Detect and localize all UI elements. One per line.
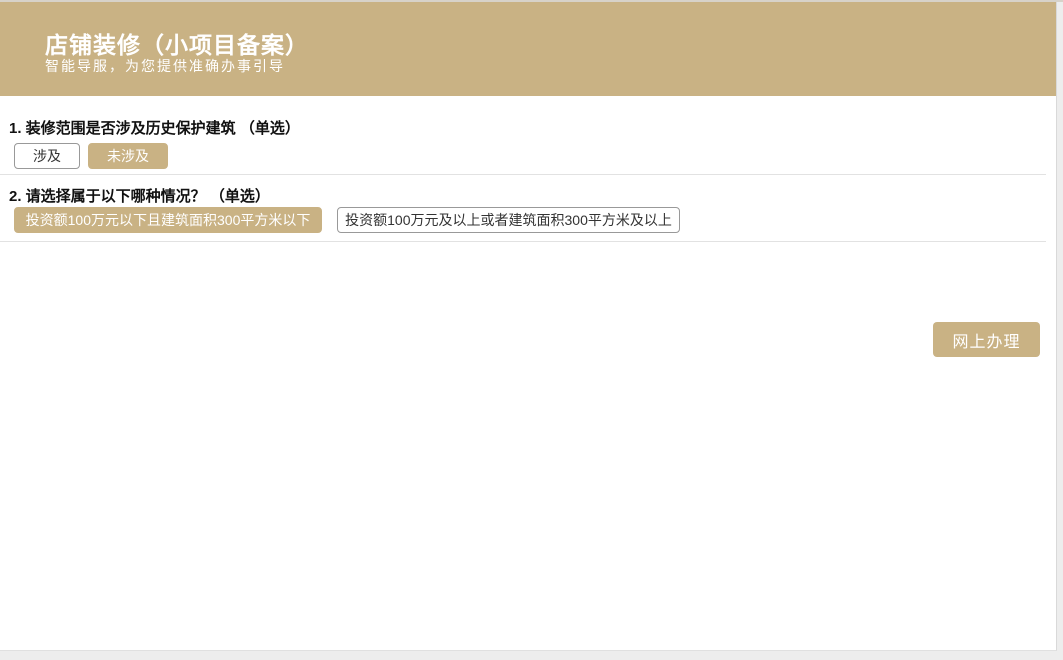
q1-option-involved[interactable]: 涉及 <box>14 143 80 169</box>
question-2-label: 2. 请选择属于以下哪种情况？ （单选） <box>9 185 270 206</box>
question-1-label: 1. 装修范围是否涉及历史保护建筑 （单选） <box>9 117 300 138</box>
wizard-page: 店铺装修（小项目备案） 智能导服，为您提供准确办事引导 1. 装修范围是否涉及历… <box>0 0 1063 660</box>
online-apply-button[interactable]: 网上办理 <box>933 322 1040 357</box>
wizard-header: 店铺装修（小项目备案） 智能导服，为您提供准确办事引导 <box>0 2 1056 96</box>
divider <box>0 241 1046 242</box>
q2-option-small-project[interactable]: 投资额100万元以下且建筑面积300平方米以下 <box>14 207 322 233</box>
q2-option-large-project[interactable]: 投资额100万元及以上或者建筑面积300平方米及以上 <box>337 207 680 233</box>
page-subtitle: 智能导服，为您提供准确办事引导 <box>45 56 285 76</box>
divider <box>0 174 1046 175</box>
page-title: 店铺装修（小项目备案） <box>45 26 309 60</box>
content-panel: 店铺装修（小项目备案） 智能导服，为您提供准确办事引导 1. 装修范围是否涉及历… <box>0 2 1057 651</box>
q1-option-not-involved[interactable]: 未涉及 <box>88 143 168 169</box>
